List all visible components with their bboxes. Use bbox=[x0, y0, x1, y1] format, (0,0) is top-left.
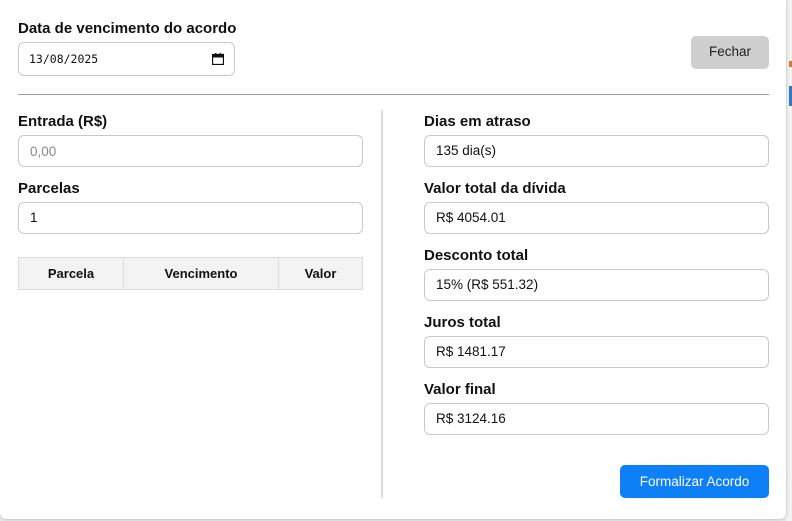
valor-total-label: Valor total da dívida bbox=[424, 180, 566, 197]
entrada-input[interactable] bbox=[18, 135, 363, 167]
parcelas-input[interactable]: 1 bbox=[18, 202, 363, 234]
calendar-icon[interactable] bbox=[212, 53, 224, 65]
valor-final-label: Valor final bbox=[424, 381, 496, 398]
dias-atraso-field[interactable]: 135 dia(s) bbox=[424, 135, 769, 167]
due-date-label: Data de vencimento do acordo bbox=[18, 20, 237, 37]
due-date-input[interactable]: 13/08/2025 bbox=[18, 42, 235, 76]
installments-table: Parcela Vencimento Valor bbox=[18, 257, 363, 290]
parcelas-label: Parcelas bbox=[18, 180, 80, 197]
juros-total-label: Juros total bbox=[424, 314, 501, 331]
close-button[interactable]: Fechar bbox=[691, 36, 769, 69]
column-header-vencimento: Vencimento bbox=[123, 257, 279, 290]
column-header-parcela: Parcela bbox=[18, 257, 124, 290]
column-divider bbox=[381, 110, 383, 498]
valor-total-field[interactable]: R$ 4054.01 bbox=[424, 202, 769, 234]
valor-final-field[interactable]: R$ 3124.16 bbox=[424, 403, 769, 435]
due-date-value: 13/08/2025 bbox=[29, 52, 99, 66]
column-header-valor: Valor bbox=[278, 257, 363, 290]
formalize-agreement-button[interactable]: Formalizar Acordo bbox=[620, 465, 769, 498]
header-divider bbox=[18, 94, 769, 95]
desconto-total-field[interactable]: 15% (R$ 551.32) bbox=[424, 269, 769, 301]
juros-total-field[interactable]: R$ 1481.17 bbox=[424, 336, 769, 368]
desconto-total-label: Desconto total bbox=[424, 247, 529, 264]
agreement-modal: Data de vencimento do acordo 13/08/2025 … bbox=[0, 0, 786, 519]
entrada-label: Entrada (R$) bbox=[18, 113, 108, 130]
dias-atraso-label: Dias em atraso bbox=[424, 113, 531, 130]
table-header-row: Parcela Vencimento Valor bbox=[18, 257, 363, 290]
background-window-edge bbox=[786, 0, 792, 521]
